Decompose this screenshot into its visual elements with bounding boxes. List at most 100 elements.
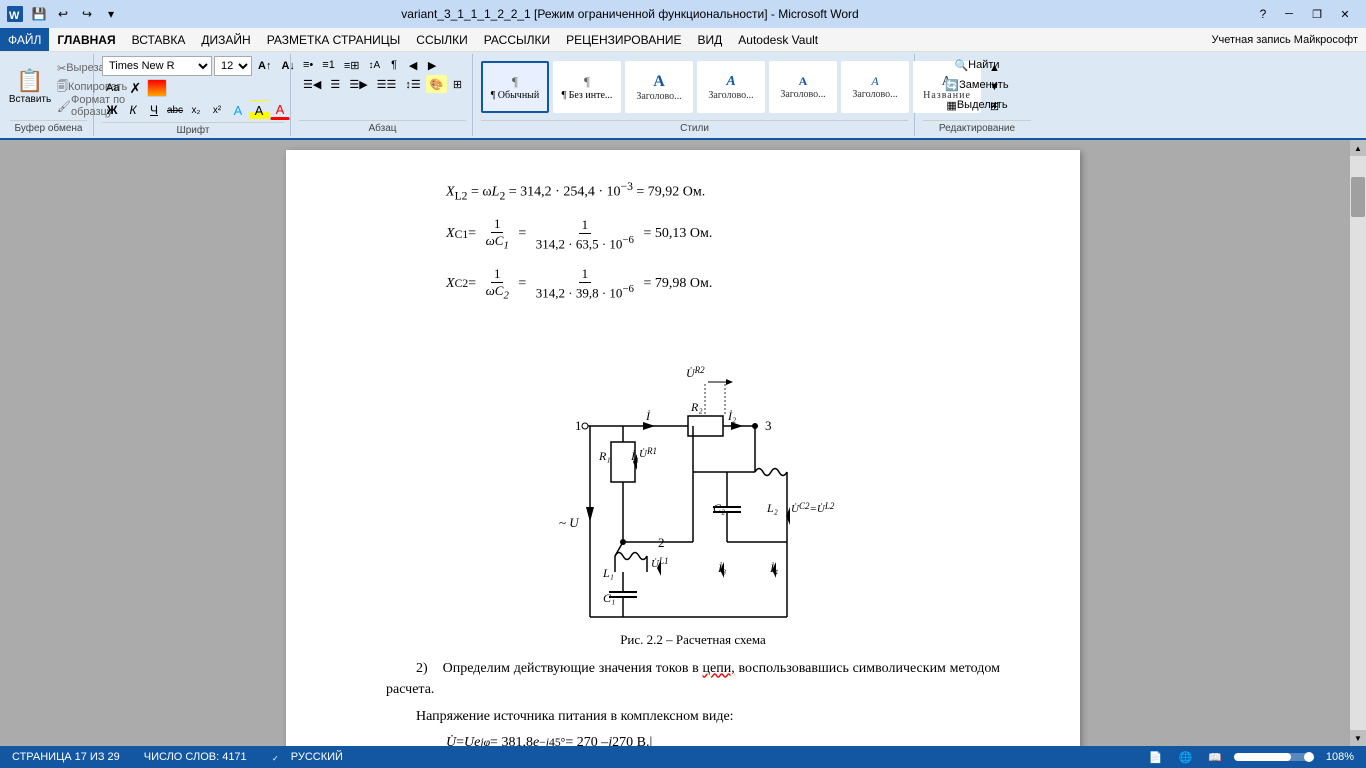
svg-text:4: 4	[690, 620, 697, 622]
svg-text:5: 5	[583, 620, 590, 622]
formula-xl2: XL2 = ωL2 = 314,2 · 254,4 · 10−3 = 79,92…	[386, 180, 1000, 202]
paste-icon: 📋	[16, 70, 43, 92]
style-heading1[interactable]: А Заголово...	[625, 61, 693, 113]
menu-references[interactable]: ССЫЛКИ	[408, 28, 475, 51]
formula-xc1: XC1 = 1 ωC1 = 1 314,2 · 63,5 · 10−6 = 50…	[386, 216, 1000, 252]
case-button[interactable]: Aa	[102, 79, 123, 97]
redo-qat-button[interactable]: ↪	[76, 4, 98, 24]
style-no-spacing[interactable]: ¶ ¶ Без инте...	[553, 61, 621, 113]
statusbar: СТРАНИЦА 17 ИЗ 29 ЧИСЛО СЛОВ: 4171 ✓ РУС…	[0, 746, 1366, 768]
document-page: XL2 = ωL2 = 314,2 · 254,4 · 10−3 = 79,92…	[286, 150, 1080, 746]
save-qat-button[interactable]: 💾	[28, 4, 50, 24]
multilevel-button[interactable]: ≡⊞	[340, 56, 364, 74]
font-color-highlight	[147, 79, 167, 97]
replace-button[interactable]: 🔄 Заменить	[923, 76, 1031, 94]
menu-view[interactable]: ВИД	[690, 28, 731, 51]
qat-dropdown-button[interactable]: ▾	[100, 4, 122, 24]
shading-button[interactable]: 🎨	[426, 75, 448, 93]
formula-voltage: U̇ = Uejφ = 381,8e−j45° = 270 – j270 В.|	[386, 735, 1000, 746]
bold-button[interactable]: Ж	[102, 100, 122, 120]
borders-button[interactable]: ⊞	[448, 75, 466, 93]
align-center-button[interactable]: ☰	[326, 75, 344, 93]
zoom-level[interactable]: 108%	[1322, 751, 1358, 763]
menu-design[interactable]: ДИЗАЙН	[193, 28, 258, 51]
show-formatting-button[interactable]: ¶	[385, 56, 403, 74]
zoom-bar	[1234, 753, 1314, 761]
svg-text:~ U: ~ U	[559, 515, 580, 530]
circuit-diagram: 1 2 3 4 5 İ	[386, 312, 1000, 622]
circuit-caption: Рис. 2.2 – Расчетная схема	[386, 632, 1000, 648]
clipboard-group: 📋 Вставить ✂ Вырезать 🗐 Копировать 🖌 Фор…	[4, 54, 94, 136]
clear-format-button[interactable]: ✗	[125, 79, 145, 97]
styles-group: ¶ ¶ Обычный ¶ ¶ Без инте... А Заголово..…	[475, 54, 915, 136]
paragraph-group: ≡• ≡1 ≡⊞ ↕A ¶ ◀ ▶ ☰◀ ☰ ☰▶ ☰☰ ↕☰ 🎨 ⊞	[293, 54, 473, 136]
paragraph-label: Абзац	[299, 120, 466, 134]
vertical-scrollbar[interactable]: ▲ ▼	[1350, 140, 1366, 746]
svg-text:L₂: L₂	[766, 501, 778, 515]
svg-text:İ₂: İ₂	[727, 409, 736, 423]
scroll-thumb[interactable]	[1351, 177, 1365, 217]
menu-home[interactable]: ГЛАВНАЯ	[49, 28, 123, 51]
paste-button[interactable]: 📋 Вставить	[10, 59, 50, 115]
font-name-select[interactable]: Times New R	[102, 56, 212, 76]
decrease-indent-button[interactable]: ◀	[404, 56, 422, 74]
bullets-button[interactable]: ≡•	[299, 56, 317, 74]
window-title: variant_3_1_1_1_2_2_1 [Режим ограниченно…	[8, 7, 1252, 21]
text-highlight-button[interactable]: A	[249, 100, 269, 120]
subscript-button[interactable]: x₂	[186, 100, 206, 120]
scroll-track[interactable]	[1350, 156, 1366, 730]
align-right-button[interactable]: ☰▶	[345, 75, 371, 93]
align-left-button[interactable]: ☰◀	[299, 75, 325, 93]
font-group: Times New R 12 A↑ A↓ Aa ✗ Ж К Ч	[96, 54, 291, 136]
minimize-button[interactable]: ─	[1276, 4, 1302, 24]
help-button[interactable]: ?	[1252, 4, 1274, 24]
paste-label: Вставить	[9, 94, 51, 105]
word-icon: W	[4, 4, 26, 24]
line-spacing-button[interactable]: ↕☰	[401, 75, 424, 93]
menu-insert[interactable]: ВСТАВКА	[124, 28, 194, 51]
justify-button[interactable]: ☰☰	[373, 75, 401, 93]
scroll-up-button[interactable]: ▲	[1350, 140, 1366, 156]
para-step2: 2) Определим действующие значения токов …	[386, 658, 1000, 700]
view-read-button[interactable]: 📖	[1204, 751, 1226, 764]
increase-font-button[interactable]: A↑	[254, 57, 275, 75]
italic-button[interactable]: К	[123, 100, 143, 120]
para-voltage: Напряжение источника питания в комплексн…	[386, 706, 1000, 727]
select-button[interactable]: ▦ Выделить	[923, 96, 1031, 114]
page-info[interactable]: СТРАНИЦА 17 ИЗ 29	[8, 751, 124, 763]
style-heading4[interactable]: А Заголово...	[841, 61, 909, 113]
svg-text:L₁: L₁	[602, 566, 614, 580]
font-size-select[interactable]: 12	[214, 56, 252, 76]
restore-button[interactable]: ❐	[1304, 4, 1330, 24]
close-button[interactable]: ✕	[1332, 4, 1358, 24]
superscript-button[interactable]: x²	[207, 100, 227, 120]
style-heading2[interactable]: А Заголово...	[697, 61, 765, 113]
style-normal[interactable]: ¶ ¶ Обычный	[481, 61, 549, 113]
svg-text:R₁: R₁	[598, 449, 611, 463]
numbering-button[interactable]: ≡1	[318, 56, 339, 74]
undo-qat-button[interactable]: ↩	[52, 4, 74, 24]
styles-label: Стили	[481, 120, 908, 134]
language-indicator[interactable]: ✓ РУССКИЙ	[267, 750, 347, 764]
menu-mailings[interactable]: РАССЫЛКИ	[476, 28, 558, 51]
strikethrough-button[interactable]: abc	[165, 100, 185, 120]
menu-review[interactable]: РЕЦЕНЗИРОВАНИЕ	[558, 28, 689, 51]
style-heading3[interactable]: А Заголово...	[769, 61, 837, 113]
clipboard-label: Буфер обмена	[10, 120, 87, 134]
word-count[interactable]: ЧИСЛО СЛОВ: 4171	[140, 751, 251, 763]
find-button[interactable]: 🔍 Найти	[923, 56, 1031, 74]
view-print-button[interactable]: 📄	[1145, 751, 1167, 764]
scroll-down-button[interactable]: ▼	[1350, 730, 1366, 746]
editing-label: Редактирование	[923, 120, 1031, 134]
sort-button[interactable]: ↕A	[364, 56, 384, 74]
font-label: Шрифт	[102, 122, 284, 136]
view-web-button[interactable]: 🌐	[1174, 751, 1196, 764]
text-effects-button[interactable]: A	[228, 100, 248, 120]
menu-autodesk[interactable]: Autodesk Vault	[730, 28, 826, 51]
svg-text:W: W	[9, 10, 20, 22]
menu-file[interactable]: ФАЙЛ	[0, 28, 49, 51]
increase-indent-button[interactable]: ▶	[423, 56, 441, 74]
font-color-button[interactable]: A	[270, 100, 290, 120]
underline-button[interactable]: Ч	[144, 100, 164, 120]
menu-layout[interactable]: РАЗМЕТКА СТРАНИЦЫ	[259, 28, 409, 51]
